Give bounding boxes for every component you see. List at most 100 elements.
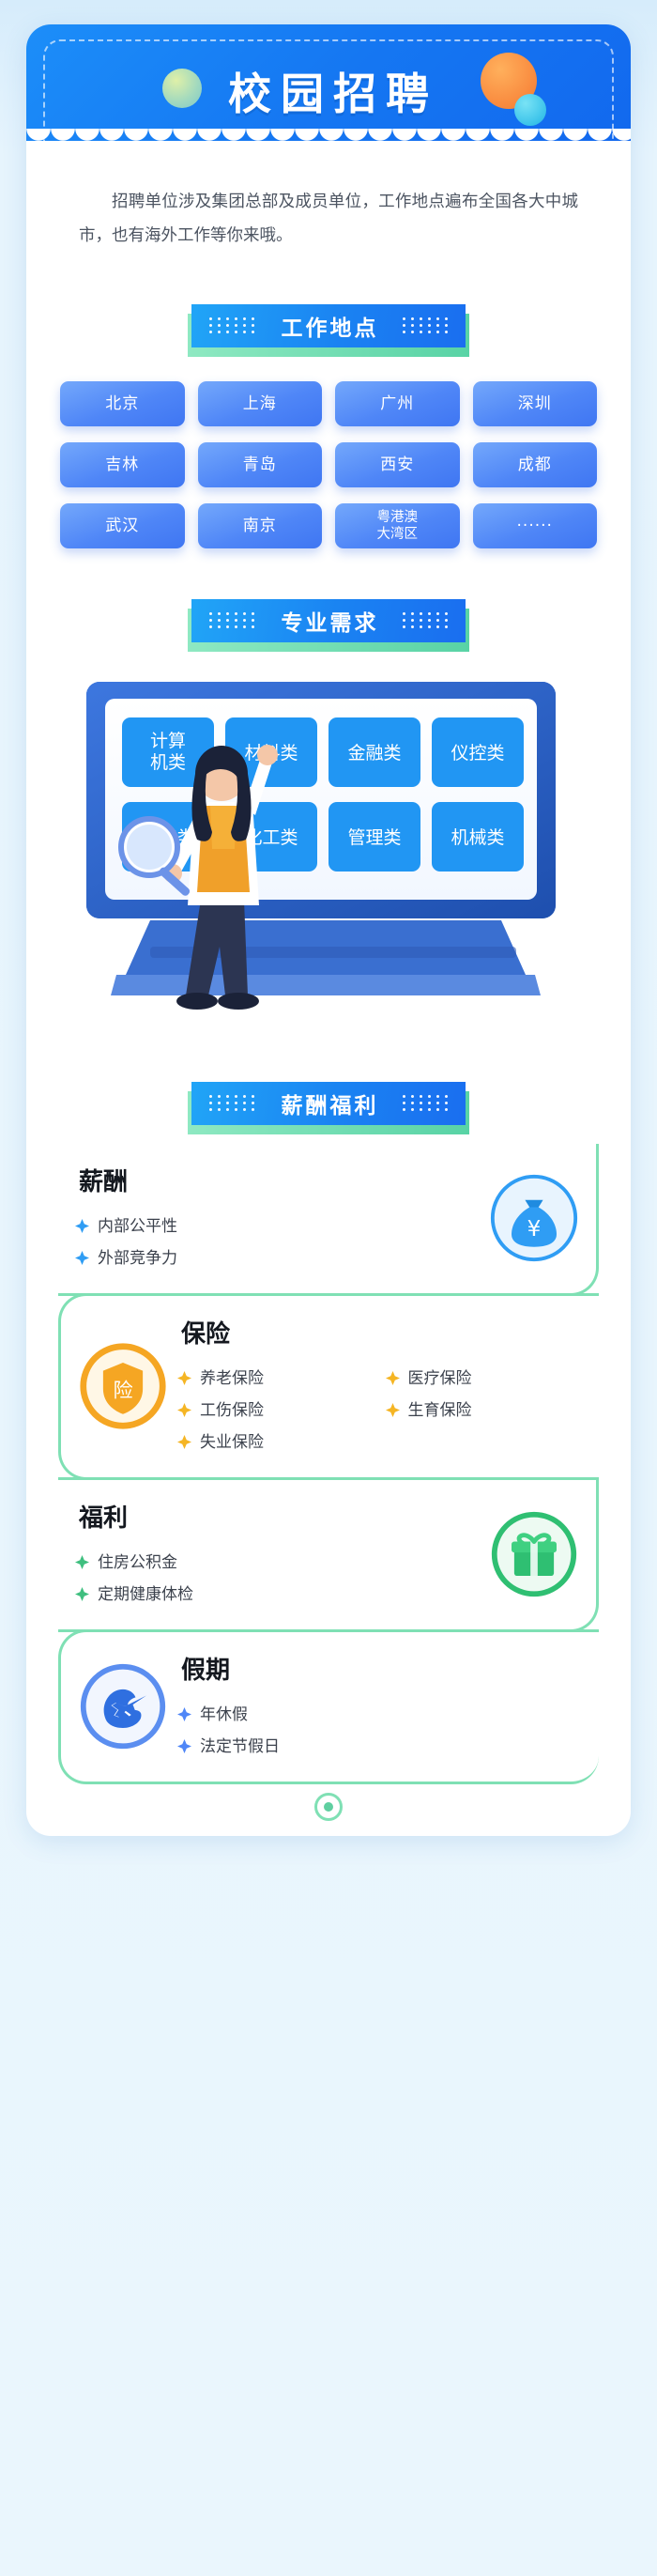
location-tag-label: 成都	[517, 455, 552, 474]
benefit-banner-label: 薪酬福利	[281, 1093, 379, 1118]
benefits-list: 薪酬 内部公平性 外部竞争力 ¥ 保险 养老保险 医疗保险 工伤保险 生育保险 …	[26, 1134, 631, 1836]
benefit-card-salary: 薪酬 内部公平性 外部竞争力 ¥	[58, 1143, 599, 1296]
location-tag-label: 广州	[380, 393, 415, 413]
money-bag-icon: ¥	[489, 1173, 579, 1263]
benefit-item-label: 住房公积金	[98, 1552, 177, 1572]
major-banner: 专业需求	[26, 598, 631, 652]
location-tag-label: ······	[516, 516, 553, 535]
major-banner-label: 专业需求	[281, 610, 379, 636]
location-tag[interactable]: 深圳	[472, 380, 597, 426]
benefit-item-label: 失业保险	[200, 1432, 264, 1452]
poster-card: 校园招聘 招聘单位涉及集团总部及成员单位，工作地点遍布全国各大中城市，也有海外工…	[26, 24, 631, 1836]
major-tile-label: 计算	[150, 731, 186, 751]
major-tile-label: 金融类	[347, 743, 401, 764]
benefit-items: 年休假 法定节假日	[177, 1699, 582, 1763]
benefit-item: 工伤保险	[177, 1395, 374, 1427]
location-tag-label: 武汉	[105, 516, 140, 535]
benefit-item-label: 内部公平性	[98, 1216, 177, 1236]
benefit-item-label: 外部竞争力	[98, 1248, 177, 1268]
benefit-title: 假期	[177, 1651, 235, 1688]
location-tag-label: 粤港澳 大湾区	[376, 509, 419, 542]
benefit-item: 法定节假日	[177, 1731, 582, 1763]
benefit-item: 住房公积金	[75, 1547, 480, 1579]
benefit-item: 生育保险	[385, 1395, 583, 1427]
benefit-item-label: 养老保险	[200, 1368, 264, 1388]
svg-text:¥: ¥	[527, 1217, 542, 1242]
location-tag-label: 北京	[105, 393, 140, 413]
benefit-card-welfare: 福利 住房公积金 定期健康体检	[58, 1476, 599, 1632]
location-tag[interactable]: 武汉	[60, 502, 185, 548]
dot-pattern-right-icon	[400, 1092, 451, 1114]
benefit-item: 外部竞争力	[75, 1242, 480, 1274]
diamond-bullet-icon	[75, 1555, 89, 1570]
header-scallop-edge	[26, 129, 631, 149]
location-tag-label: 南京	[242, 516, 277, 535]
location-tag-label: 青岛	[242, 455, 277, 474]
benefit-item: 内部公平性	[75, 1211, 480, 1242]
benefit-banner-plate: 薪酬福利	[191, 1081, 466, 1125]
diamond-bullet-icon	[385, 1403, 400, 1418]
major-banner-plate: 专业需求	[191, 598, 466, 642]
major-tile-label: 管理类	[347, 827, 401, 848]
location-tag[interactable]: 吉林	[60, 441, 185, 487]
location-tag-grid: 北京 上海 广州 深圳 吉林 青岛 西安 成都 武汉 南京 粤港澳 大湾区 ···…	[26, 357, 631, 558]
page-title: 校园招聘	[228, 69, 438, 119]
travel-plane-icon	[78, 1661, 168, 1751]
benefit-item: 失业保险	[177, 1427, 374, 1458]
dot-pattern-left-icon	[206, 1092, 257, 1114]
gift-box-icon	[489, 1509, 579, 1599]
benefit-item-label: 医疗保险	[407, 1368, 472, 1388]
benefit-item: 医疗保险	[385, 1363, 583, 1395]
location-tag-label: 上海	[242, 393, 277, 413]
major-tile-label: 仪控类	[451, 743, 504, 764]
location-tag[interactable]: 南京	[197, 502, 322, 548]
diamond-bullet-icon	[177, 1435, 191, 1450]
benefit-item-label: 年休假	[200, 1704, 248, 1724]
benefit-title: 保险	[177, 1315, 235, 1351]
location-tag[interactable]: 上海	[197, 380, 322, 426]
dot-pattern-left-icon	[206, 609, 257, 631]
benefit-items: 住房公积金 定期健康体检	[75, 1547, 480, 1611]
benefit-items: 内部公平性 外部竞争力	[75, 1211, 480, 1274]
benefit-title-label: 福利	[79, 1504, 129, 1533]
benefit-card-vacation: 假期 年休假 法定节假日	[58, 1628, 599, 1784]
rail-endpoint-marker	[314, 1792, 343, 1821]
location-tag[interactable]: 成都	[472, 441, 597, 487]
monitor-illustration-svg: 计算 机类 材料类 金融类 仪控类 电气类 化工类 管理类 机械类	[86, 681, 556, 1010]
benefit-card-insurance: 保险 养老保险 医疗保险 工伤保险 生育保险 失业保险 险	[58, 1292, 599, 1480]
poster-header: 校园招聘	[26, 24, 631, 177]
location-tag-label: 西安	[380, 455, 415, 474]
major-tile-label: 机类	[150, 752, 186, 773]
dot-pattern-left-icon	[206, 315, 257, 336]
benefit-title-label: 假期	[181, 1656, 231, 1685]
benefit-item-label: 工伤保险	[200, 1400, 264, 1420]
benefit-item-label: 定期健康体检	[98, 1584, 193, 1604]
location-banner-label: 工作地点	[281, 316, 379, 341]
svg-text:险: 险	[113, 1379, 132, 1402]
benefit-item: 年休假	[177, 1699, 582, 1731]
diamond-bullet-icon	[75, 1587, 89, 1602]
location-tag-label: 深圳	[517, 393, 552, 413]
benefit-items: 养老保险 医疗保险 工伤保险 生育保险 失业保险	[177, 1363, 582, 1458]
location-tag[interactable]: 青岛	[197, 441, 322, 487]
diamond-bullet-icon	[177, 1739, 191, 1754]
insurance-shield-icon: 险	[78, 1341, 168, 1431]
diamond-bullet-icon	[75, 1219, 89, 1234]
benefit-item-label: 法定节假日	[200, 1736, 280, 1756]
location-banner-plate: 工作地点	[191, 303, 466, 347]
benefit-item: 养老保险	[177, 1363, 374, 1395]
benefit-banner: 薪酬福利	[26, 1081, 631, 1134]
location-tag-more[interactable]: ······	[472, 502, 597, 548]
diamond-bullet-icon	[385, 1371, 400, 1386]
location-tag[interactable]: 广州	[335, 380, 460, 426]
benefit-title: 薪酬	[75, 1163, 132, 1199]
location-tag[interactable]: 粤港澳 大湾区	[335, 502, 460, 548]
location-tag[interactable]: 北京	[60, 380, 185, 426]
location-banner: 工作地点	[26, 303, 631, 357]
major-tile-label: 机械类	[451, 827, 504, 848]
intro-paragraph: 招聘单位涉及集团总部及成员单位，工作地点遍布全国各大中城市，也有海外工作等你来哦…	[79, 193, 578, 245]
location-tag[interactable]: 西安	[335, 441, 460, 487]
benefit-item-label: 生育保险	[407, 1400, 472, 1420]
dot-pattern-right-icon	[400, 609, 451, 631]
poster-root: 校园招聘 招聘单位涉及集团总部及成员单位，工作地点遍布全国各大中城市，也有海外工…	[0, 0, 657, 2576]
